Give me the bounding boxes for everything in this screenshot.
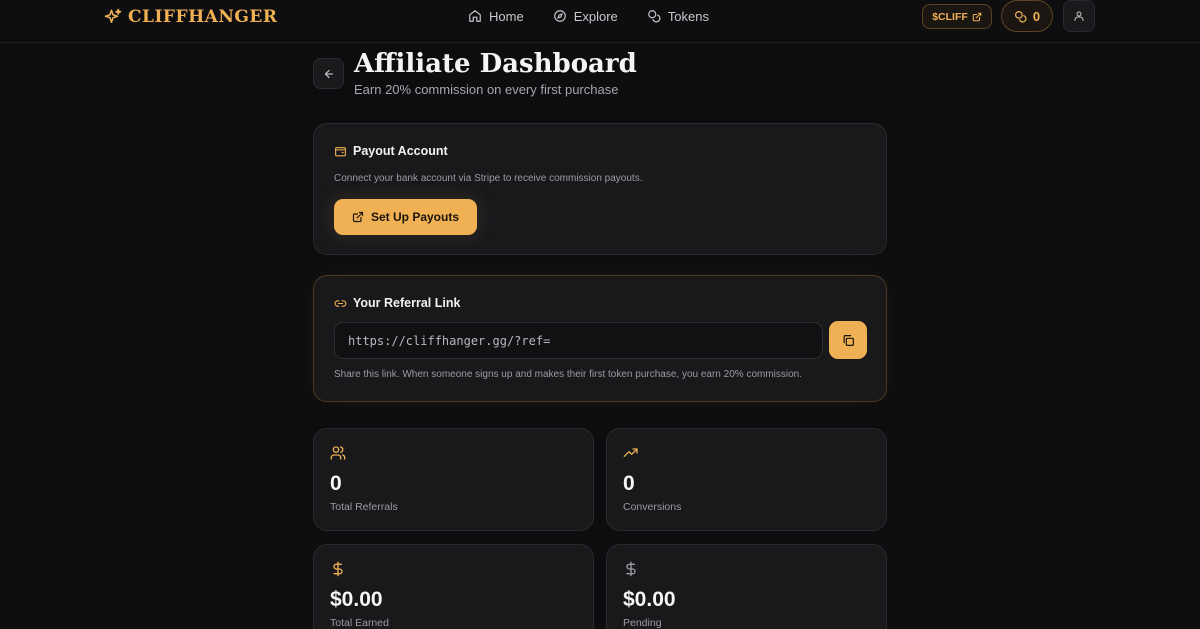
page-subtitle: Earn 20% commission on every first purch… [354,82,619,97]
dollar-icon [333,561,343,577]
nav-home-label: Home [489,8,524,24]
stat-card-total-earned: $0.00 Total Earned [313,544,594,629]
referral-note: Share this link. When someone signs up a… [334,369,803,380]
token-balance-button[interactable]: 0 [1001,0,1053,32]
stat-card-total-referrals: 0 Total Referrals [313,428,594,531]
referral-card-title: Your Referral Link [353,296,461,310]
copy-link-button[interactable] [829,321,867,359]
brand-logo[interactable]: CLIFFHANGER [104,6,277,28]
coins-icon [647,10,661,23]
arrow-left-icon [324,69,333,78]
payout-card-header: Payout Account [334,144,448,158]
external-link-icon [972,12,982,21]
home-icon [469,10,481,22]
top-navbar: CLIFFHANGER Home Explore Tokens $CLIFF 0 [0,0,1200,43]
compass-icon [553,10,566,22]
cliff-label: $CLIFF [932,10,968,23]
token-balance: 0 [1032,8,1041,24]
stat-value: 0 [330,472,342,495]
stat-label: Total Referrals [330,501,398,513]
referral-link-card: Your Referral Link Share this link. When… [313,275,887,402]
nav-explore-label: Explore [573,8,618,24]
nav-home[interactable]: Home [468,7,524,25]
user-menu-button[interactable] [1063,0,1095,32]
payout-account-card: Payout Account Connect your bank account… [313,123,887,255]
sparkle-icon [104,8,122,23]
wallet-icon [335,146,346,156]
page-title: Affiliate Dashboard [354,49,637,79]
external-link-icon [352,211,364,223]
trending-up-icon [623,448,638,457]
nav-tokens[interactable]: Tokens [647,7,709,25]
set-up-payouts-button[interactable]: Set Up Payouts [334,199,477,235]
stat-value: $0.00 [623,588,676,611]
payout-card-description: Connect your bank account via Stripe to … [334,173,643,184]
stat-card-conversions: 0 Conversions [606,428,887,531]
cliff-token-button[interactable]: $CLIFF [922,4,992,29]
stat-label: Pending [623,617,662,629]
back-button[interactable] [313,58,344,89]
dollar-icon [626,561,636,577]
nav-explore[interactable]: Explore [553,7,618,25]
main-nav: Home Explore Tokens [468,7,709,25]
user-icon [1074,11,1084,21]
stat-label: Conversions [623,501,682,513]
referral-link-input[interactable] [334,322,823,359]
link-icon [334,299,347,307]
set-up-payouts-label: Set Up Payouts [370,210,460,224]
referral-card-header: Your Referral Link [334,296,460,310]
stat-value: $0.00 [330,588,383,611]
payout-card-title: Payout Account [353,144,448,158]
stat-label: Total Earned [330,617,389,629]
nav-tokens-label: Tokens [667,8,709,24]
copy-icon [843,334,854,346]
stat-card-pending: $0.00 Pending [606,544,887,629]
brand-name: CLIFFHANGER [128,7,278,27]
stat-value: 0 [623,472,635,495]
users-icon [330,446,346,460]
coins-icon [1014,10,1027,23]
